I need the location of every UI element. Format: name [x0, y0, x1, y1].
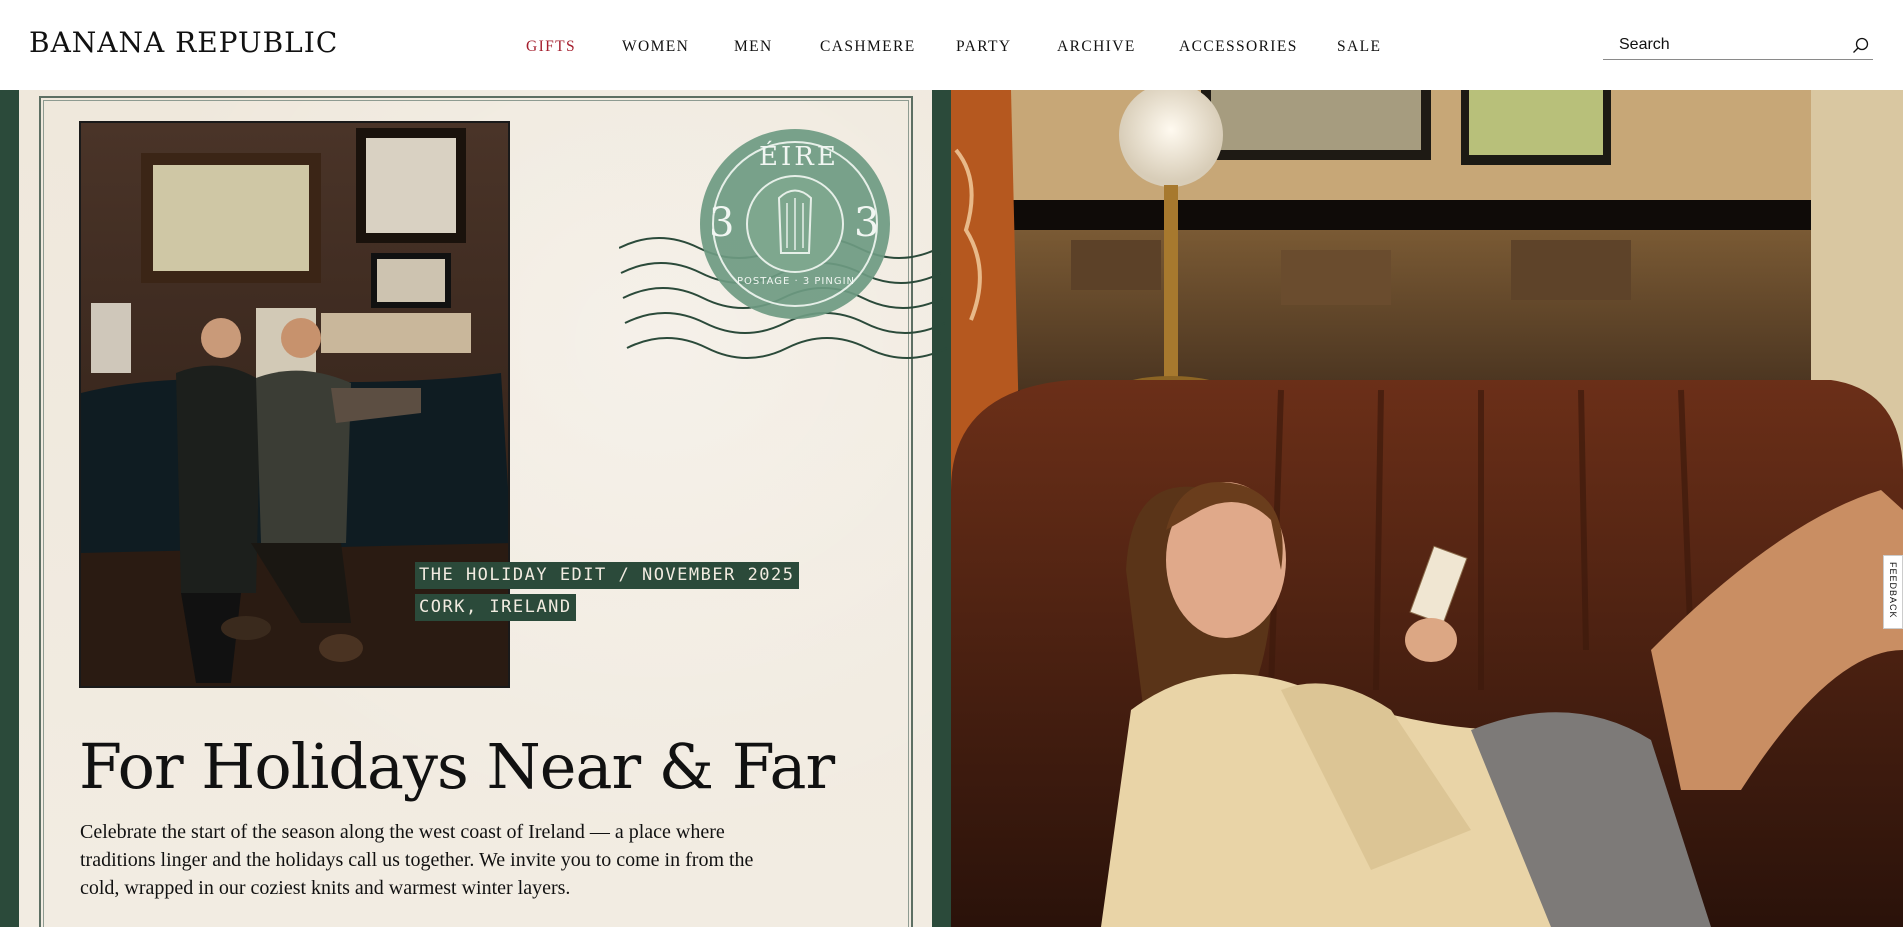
- hero-banner: ÉIRE 3 3 POSTAGE · 3 PINGIN THE HOLIDAY …: [0, 90, 1903, 927]
- nav-item-archive[interactable]: ARCHIVE: [1057, 38, 1136, 56]
- stamp-value-left: 3: [709, 200, 735, 246]
- feedback-tab[interactable]: FEEDBACK: [1883, 555, 1903, 629]
- search-box: [1603, 33, 1873, 60]
- nav-item-party[interactable]: PARTY: [956, 38, 1011, 56]
- nav-item-women[interactable]: WOMEN: [622, 38, 689, 56]
- hero-headline: For Holidays Near & Far: [79, 730, 835, 803]
- postcard-background: ÉIRE 3 3 POSTAGE · 3 PINGIN THE HOLIDAY …: [19, 90, 948, 927]
- site-header: BANANA REPUBLIC GIFTS WOMEN MEN CASHMERE…: [0, 0, 1903, 90]
- search-icon[interactable]: [1851, 36, 1871, 56]
- nav-item-sale[interactable]: SALE: [1337, 38, 1381, 56]
- nav-item-accessories[interactable]: ACCESSORIES: [1179, 38, 1298, 56]
- edition-dateline: THE HOLIDAY EDIT / NOVEMBER 2025 CORK, I…: [415, 562, 799, 621]
- nav-item-men[interactable]: MEN: [734, 38, 773, 56]
- stamp-value-right: 3: [854, 200, 880, 246]
- nav-item-gifts[interactable]: GIFTS: [526, 38, 576, 56]
- stamp-bottom-text: POSTAGE · 3 PINGIN: [737, 276, 856, 287]
- hero-editorial-panel[interactable]: ÉIRE 3 3 POSTAGE · 3 PINGIN THE HOLIDAY …: [0, 90, 951, 927]
- stamp-top-text: ÉIRE: [759, 142, 839, 172]
- feedback-label: FEEDBACK: [1888, 562, 1898, 619]
- hero-body-copy: Celebrate the start of the season along …: [80, 821, 754, 899]
- eire-postage-stamp: ÉIRE 3 3 POSTAGE · 3 PINGIN: [618, 128, 959, 388]
- hero-photo-woman-knit[interactable]: [951, 90, 1903, 927]
- edition-tag: THE HOLIDAY EDIT / NOVEMBER 2025: [415, 562, 799, 589]
- search-input[interactable]: [1619, 33, 1839, 57]
- location-tag: CORK, IRELAND: [415, 594, 576, 621]
- nav-item-cashmere[interactable]: CASHMERE: [820, 38, 916, 56]
